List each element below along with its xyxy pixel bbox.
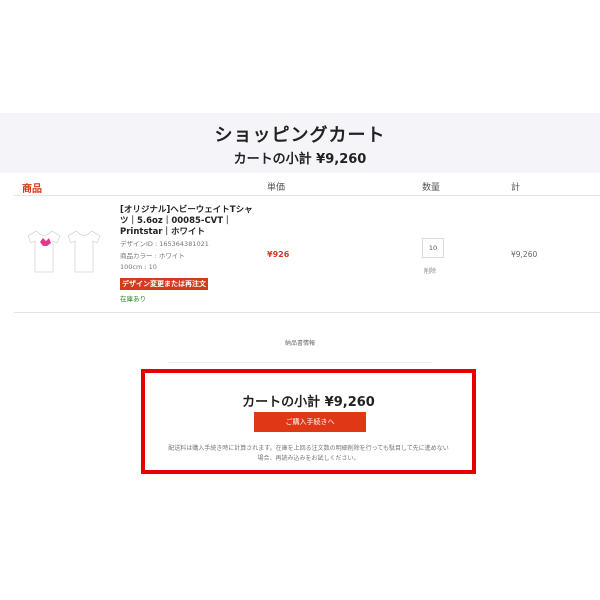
quantity-input[interactable]: 10 [422, 238, 444, 258]
column-header-unit-price: 単価 [267, 183, 286, 193]
page-title: ショッピングカート [214, 125, 386, 146]
product-name[interactable]: [オリジナル]ヘビーウェイトTシャツ｜5.6oz｜00085-CVT｜Print… [120, 205, 260, 238]
checkout-button[interactable]: ご購入手続きへ [254, 412, 366, 432]
product-design-id: デザインID : 165364381021 [120, 240, 209, 248]
line-total: ¥9,260 [511, 250, 538, 259]
delivery-info-label: 納品書情報 [284, 340, 315, 347]
shipping-notice: 配送料は購入手続き時に計算されます。在庫を上回る注文数の明細削除を行っても駄目し… [168, 445, 449, 462]
product-thumbnail[interactable] [22, 222, 106, 282]
item-row-divider [14, 312, 600, 313]
delete-item-link[interactable]: 削除 [424, 266, 436, 275]
column-header-quantity: 数量 [422, 183, 441, 193]
table-header-divider [14, 195, 600, 196]
summary-subtotal: カートの小計 ¥9,260 [242, 395, 375, 410]
column-header-product: 商品 [22, 184, 42, 195]
redesign-reorder-badge[interactable]: デザイン変更または再注文 [120, 278, 208, 290]
cart-summary-box: カートの小計 ¥9,260 ご購入手続きへ 配送料は購入手続き時に計算されます。… [141, 369, 476, 474]
product-size-quantity: 100cm : 10 [120, 263, 157, 271]
header-subtotal: カートの小計 ¥9,260 [233, 152, 367, 167]
tshirt-image-icon [27, 230, 101, 273]
stock-status: 在庫あり [120, 295, 146, 303]
column-header-total: 計 [511, 183, 521, 193]
unit-price: ¥926 [267, 250, 290, 259]
product-color: 商品カラー : ホワイト [120, 252, 185, 260]
delivery-info-divider [168, 362, 432, 363]
